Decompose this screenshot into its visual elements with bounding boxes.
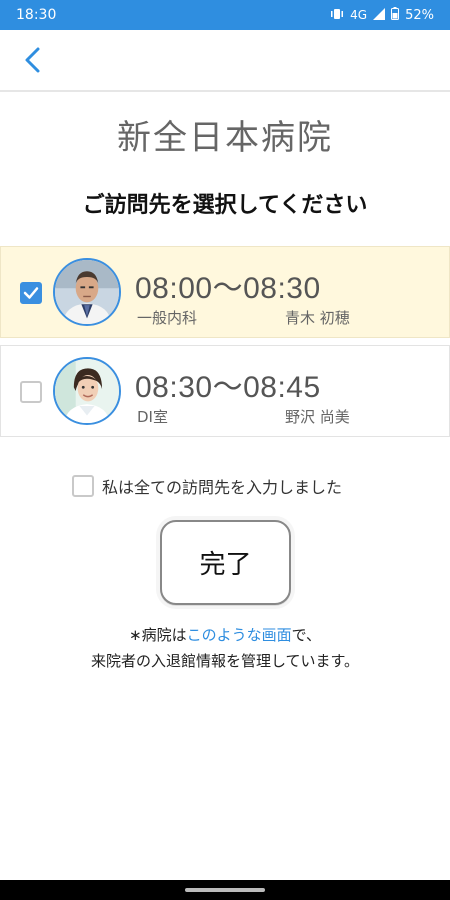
confirm-all-checkbox-row[interactable]: 私は全ての訪問先を入力しました [72, 474, 342, 498]
back-button[interactable] [18, 44, 50, 76]
check-icon [23, 287, 39, 299]
example-screen-link[interactable]: このような画面 [187, 626, 292, 644]
app-bar [0, 30, 450, 92]
footnote-prefix: ∗病院は [129, 626, 187, 644]
visit-checkbox[interactable] [20, 282, 42, 304]
visit-card[interactable]: 08:30〜08:45 DI室 野沢 尚美 [0, 345, 450, 437]
avatar [53, 258, 121, 326]
visit-time: 08:30〜08:45 [135, 371, 321, 404]
instruction-text: ご訪問先を選択してください [82, 193, 368, 218]
home-indicator[interactable] [185, 888, 265, 892]
confirm-checkbox[interactable] [72, 475, 94, 497]
vibrate-icon [330, 8, 344, 23]
visit-doctor: 野沢 尚美 [285, 408, 350, 426]
visit-doctor: 青木 初穂 [285, 309, 350, 327]
confirm-label: 私は全ての訪問先を入力しました [102, 478, 343, 497]
page-title: 新全日本病院 [117, 118, 333, 158]
footnote-suffix: で、 [291, 626, 321, 644]
chevron-left-icon [25, 47, 40, 73]
status-icons: 4G 52% [330, 7, 434, 23]
status-bar: 18:30 4G 52% [0, 0, 450, 30]
done-button[interactable]: 完了 [160, 520, 291, 605]
signal-icon [373, 7, 386, 23]
footnote-line-1: ∗病院はこのような画面で、 [0, 622, 450, 648]
visit-checkbox[interactable] [20, 381, 42, 403]
battery-icon [391, 7, 400, 23]
visit-department: 一般内科 [137, 309, 198, 327]
footnote-line-2: 来院者の入退館情報を管理しています。 [90, 652, 360, 670]
battery-level: 52% [405, 7, 434, 23]
network-type: 4G [350, 8, 368, 22]
visit-time: 08:00〜08:30 [135, 272, 321, 305]
visit-department: DI室 [137, 408, 168, 426]
status-time: 18:30 [16, 7, 57, 23]
avatar [53, 357, 121, 425]
footnote: ∗病院はこのような画面で、 来院者の入退館情報を管理しています。 [0, 622, 450, 674]
visit-card[interactable]: 08:00〜08:30 一般内科 青木 初穂 [0, 246, 450, 338]
